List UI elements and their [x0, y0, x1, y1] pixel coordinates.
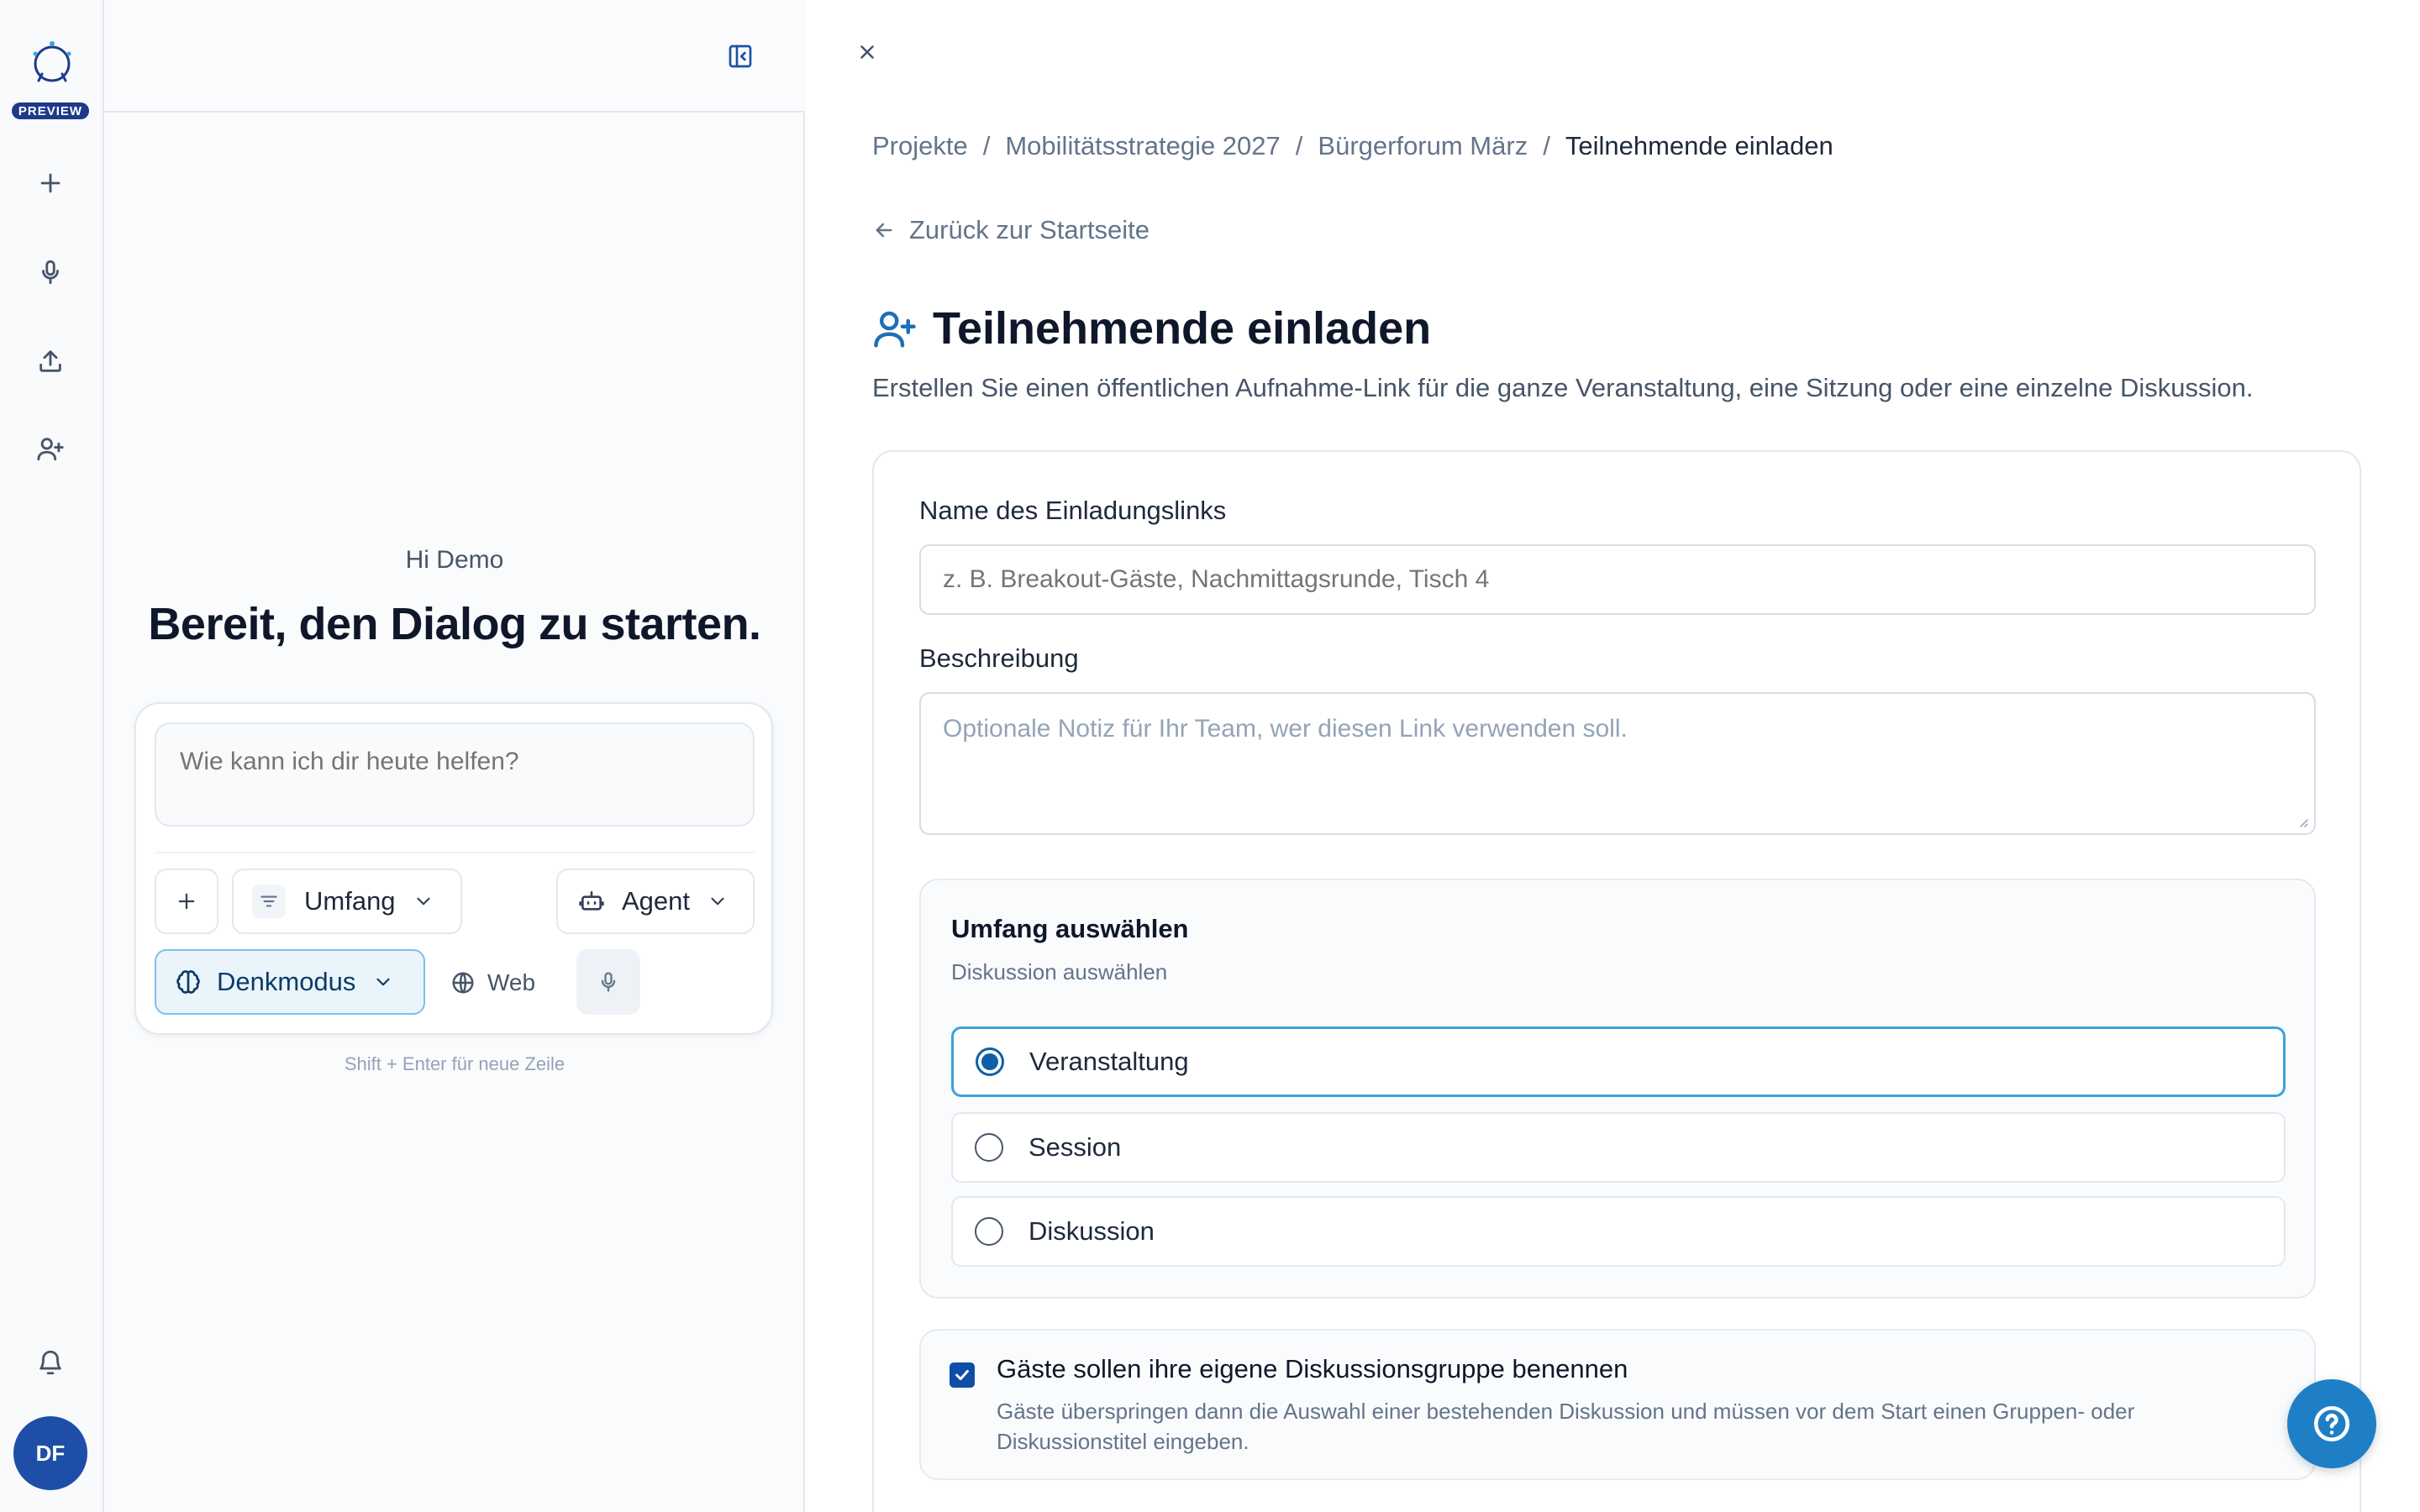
back-link[interactable]: Zurück zur Startseite	[872, 215, 1150, 245]
page-title-row: Teilnehmende einladen	[872, 302, 1431, 354]
upload-icon[interactable]	[32, 343, 69, 380]
back-link-label: Zurück zur Startseite	[909, 215, 1150, 244]
help-button[interactable]	[2287, 1379, 2376, 1468]
web-toggle[interactable]: Web	[450, 953, 535, 1013]
guest-naming-description: Gäste überspringen dann die Auswahl eine…	[997, 1399, 2135, 1455]
guest-naming-checkbox[interactable]	[950, 1362, 975, 1388]
avatar[interactable]: DF	[13, 1416, 87, 1490]
radio-button[interactable]	[975, 1217, 1003, 1246]
breadcrumb-item-current: Teilnehmende einladen	[1565, 131, 1833, 160]
brain-icon	[176, 970, 200, 994]
radio-button[interactable]	[975, 1133, 1003, 1162]
resize-grip-icon[interactable]	[2296, 815, 2309, 828]
scope-title: Umfang auswählen	[951, 914, 1189, 943]
voice-input-button[interactable]	[576, 949, 640, 1015]
logo-icon[interactable]	[24, 37, 81, 87]
chevron-down-icon	[711, 897, 724, 906]
greeting: Hi Demo	[405, 546, 504, 574]
plus-icon[interactable]	[32, 165, 69, 202]
plus-icon	[178, 893, 195, 910]
breadcrumb-separator: /	[1295, 131, 1303, 160]
chevron-down-icon	[416, 897, 430, 906]
description-field-label: Beschreibung	[919, 643, 1079, 673]
thinking-mode-dropdown[interactable]: Denkmodus	[155, 949, 425, 1015]
name-field-label: Name des Einladungslinks	[919, 496, 1227, 525]
close-icon[interactable]	[850, 35, 884, 69]
check-icon	[955, 1369, 969, 1381]
mic-icon	[601, 972, 616, 992]
left-rail: PREVIEW DF	[0, 0, 104, 1512]
collapse-panel-icon[interactable]	[721, 37, 760, 76]
arrow-left-icon	[876, 223, 892, 238]
breadcrumb-separator: /	[982, 131, 991, 160]
scope-option-label: Diskussion	[1028, 1216, 1155, 1246]
thinking-mode-label: Denkmodus	[217, 967, 356, 996]
add-attachment-button[interactable]	[155, 869, 218, 934]
description-placeholder: Optionale Notiz für Ihr Team, wer diesen…	[943, 715, 1628, 743]
composer: Umfang Agent Denkmodus Web	[134, 702, 773, 1035]
scope-option-label: Session	[1028, 1132, 1122, 1162]
help-icon	[2313, 1405, 2350, 1442]
composer-hint: Shift + Enter für neue Zeile	[344, 1053, 566, 1074]
page-title: Teilnehmende einladen	[933, 303, 1432, 354]
breadcrumb-item-event[interactable]: Bürgerforum März	[1318, 131, 1528, 161]
agent-dropdown-label: Agent	[622, 886, 691, 916]
bell-icon[interactable]	[32, 1344, 69, 1381]
globe-icon	[452, 972, 474, 994]
invite-form-card: Name des Einladungslinks Beschreibung Op…	[872, 450, 2361, 1512]
radio-button[interactable]	[976, 1047, 1004, 1076]
mic-icon[interactable]	[32, 254, 69, 291]
description-textarea[interactable]: Optionale Notiz für Ihr Team, wer diesen…	[919, 692, 2316, 835]
user-plus-icon	[874, 311, 916, 348]
scope-option-veranstaltung[interactable]: Veranstaltung	[951, 1026, 2286, 1097]
scope-dropdown[interactable]: Umfang	[232, 869, 462, 934]
preview-badge: PREVIEW	[12, 102, 89, 119]
filter-icon	[252, 885, 286, 918]
user-plus-icon[interactable]	[32, 430, 69, 467]
main-content: Projekte / Mobilitätsstrategie 2027 / Bü…	[807, 0, 2420, 1512]
page-subtitle: Erstellen Sie einen öffentlichen Aufnahm…	[872, 373, 2254, 402]
scope-option-diskussion[interactable]: Diskussion	[951, 1196, 2286, 1267]
breadcrumb-separator: /	[1543, 131, 1550, 160]
hero-title: Bereit, den Dialog zu starten.	[148, 599, 761, 649]
scope-selector: Umfang auswählen Diskussion auswählen Ve…	[919, 879, 2316, 1299]
chat-input[interactable]	[155, 722, 755, 827]
scope-option-label: Veranstaltung	[1029, 1047, 1189, 1076]
breadcrumb-item-projects[interactable]: Projekte	[872, 131, 968, 161]
robot-icon	[579, 891, 604, 911]
scope-subtitle: Diskussion auswählen	[951, 959, 1168, 984]
chat-header	[104, 0, 805, 113]
guest-naming-option: Gäste sollen ihre eigene Diskussionsgrup…	[919, 1329, 2316, 1480]
chevron-down-icon	[376, 978, 391, 986]
scope-dropdown-label: Umfang	[304, 886, 396, 916]
breadcrumb: Projekte / Mobilitätsstrategie 2027 / Bü…	[872, 131, 1833, 161]
composer-divider	[155, 852, 755, 853]
invite-link-name-input[interactable]	[919, 544, 2316, 615]
agent-dropdown[interactable]: Agent	[556, 869, 755, 934]
chat-panel: Hi Demo Bereit, den Dialog zu starten. U…	[104, 0, 805, 1512]
breadcrumb-item-project[interactable]: Mobilitätsstrategie 2027	[1005, 131, 1280, 161]
web-toggle-label: Web	[487, 969, 536, 995]
guest-naming-title[interactable]: Gäste sollen ihre eigene Diskussionsgrup…	[997, 1354, 1628, 1384]
scope-option-session[interactable]: Session	[951, 1112, 2286, 1183]
